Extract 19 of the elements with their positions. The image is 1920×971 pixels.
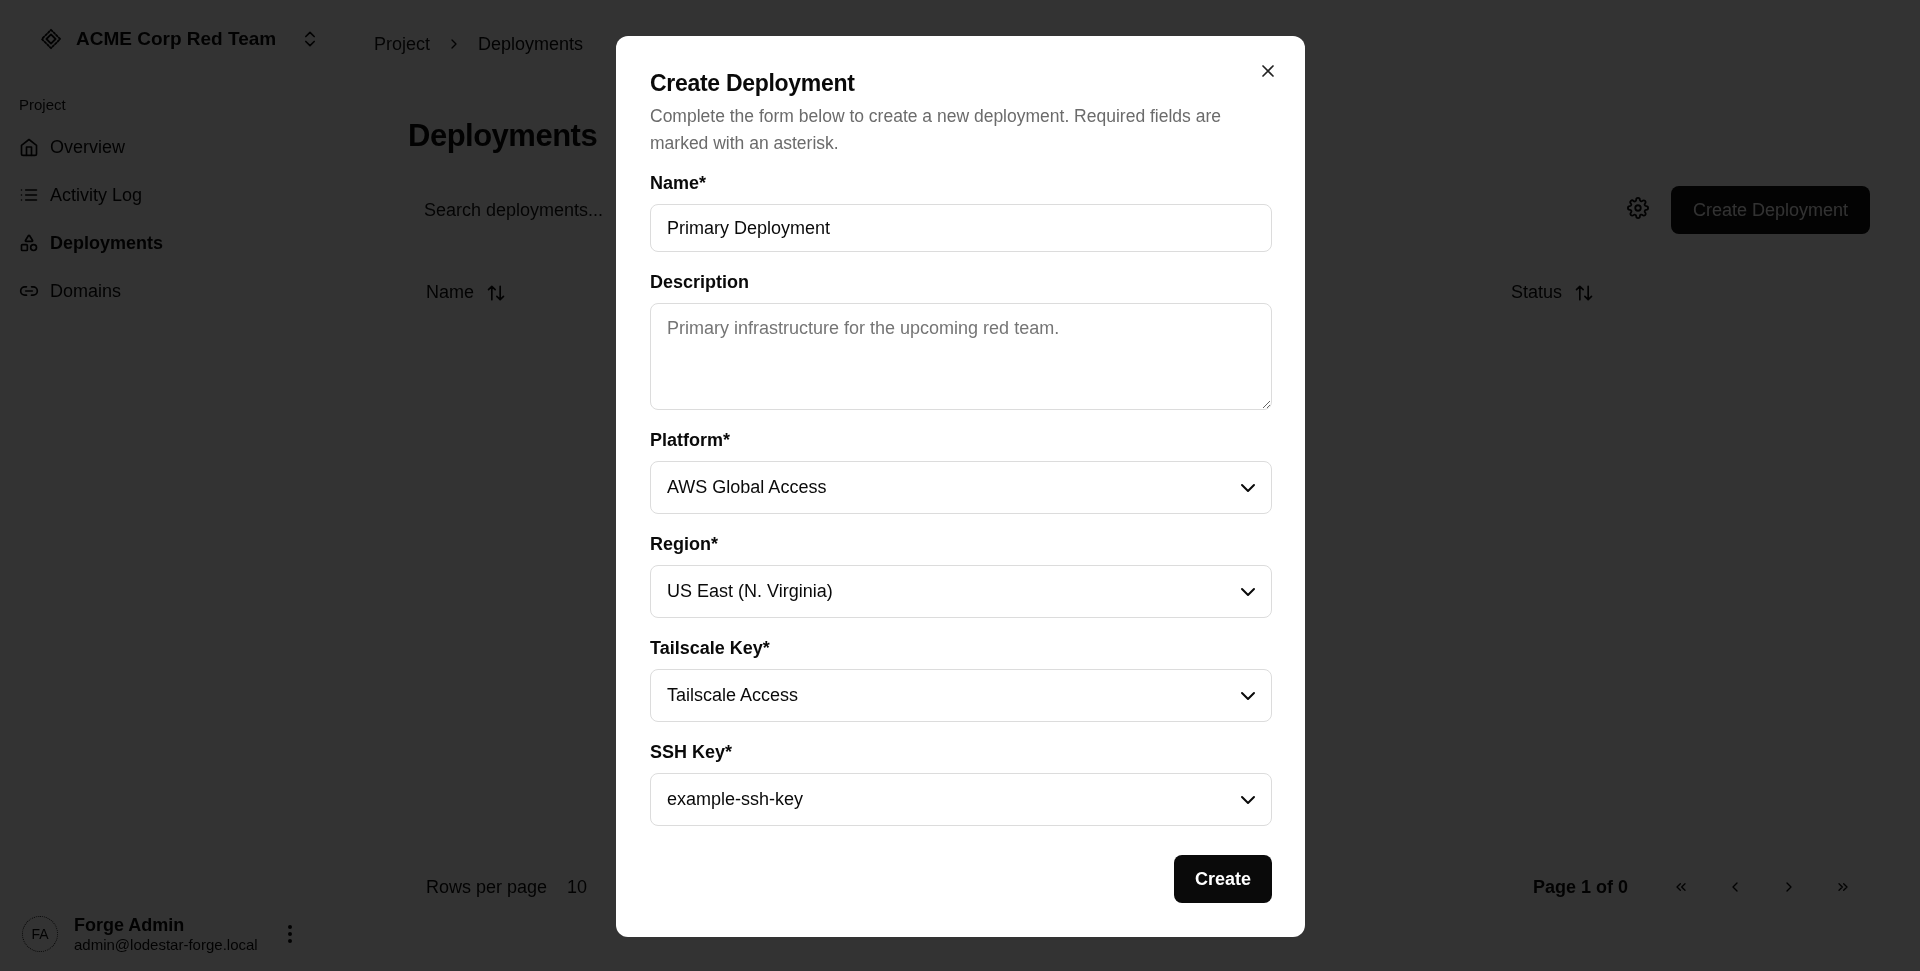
chevron-down-icon xyxy=(1241,795,1255,804)
select-field[interactable]: example-ssh-key xyxy=(650,773,1272,826)
select-field[interactable]: US East (N. Virginia) xyxy=(650,565,1272,618)
chevron-down-icon xyxy=(1241,483,1255,492)
field-label: Platform* xyxy=(650,430,731,451)
chevron-down-icon xyxy=(1241,587,1255,596)
field-label: Description xyxy=(650,272,751,293)
description-textarea[interactable]: Primary infrastructure for the upcoming red team. xyxy=(650,303,1272,410)
dialog-title: Create Deployment xyxy=(650,70,856,97)
field-label: SSH Key* xyxy=(650,742,734,763)
field-label: Tailscale Key* xyxy=(650,638,771,659)
chevron-down-icon xyxy=(1241,691,1255,700)
field-label: Region* xyxy=(650,534,719,555)
field-label: Name* xyxy=(650,173,708,194)
select-field[interactable]: AWS Global Access xyxy=(650,461,1272,514)
select-field[interactable]: Tailscale Access xyxy=(650,669,1272,722)
name-input[interactable]: Primary Deployment xyxy=(650,204,1272,252)
create-button[interactable]: Create xyxy=(1173,855,1272,903)
dialog-description: Complete the form below to create a new deployment. Required fields are marked with an asterisk. xyxy=(650,105,1222,155)
